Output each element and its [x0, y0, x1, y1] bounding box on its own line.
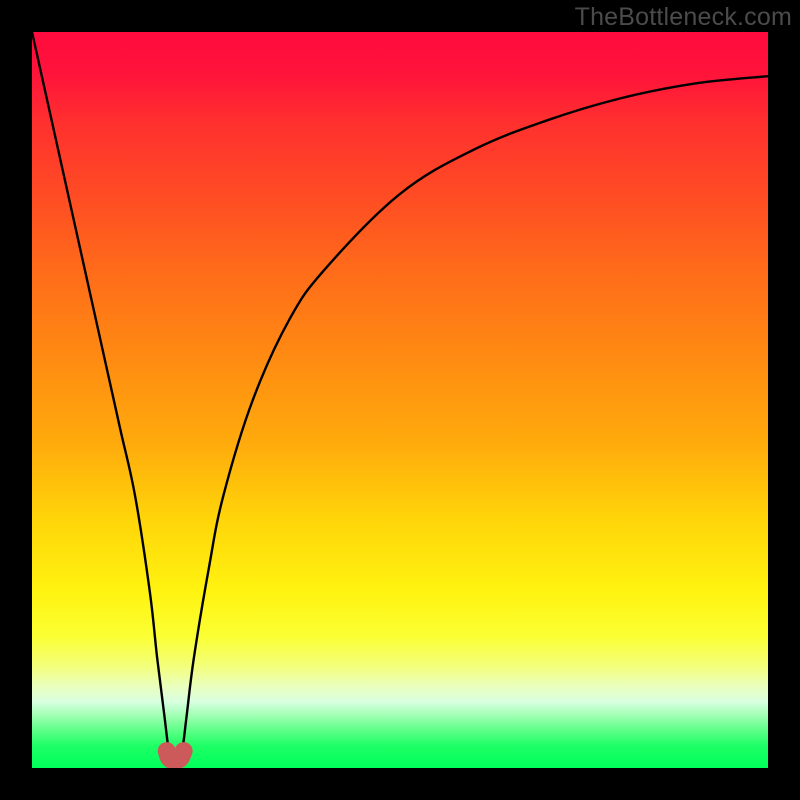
chart-frame: TheBottleneck.com: [0, 0, 800, 800]
curve-svg: [32, 32, 768, 768]
bottleneck-curve: [32, 32, 768, 764]
gradient-plot-area: [32, 32, 768, 768]
watermark-text: TheBottleneck.com: [575, 3, 792, 32]
marker-u-shape: [167, 751, 184, 760]
